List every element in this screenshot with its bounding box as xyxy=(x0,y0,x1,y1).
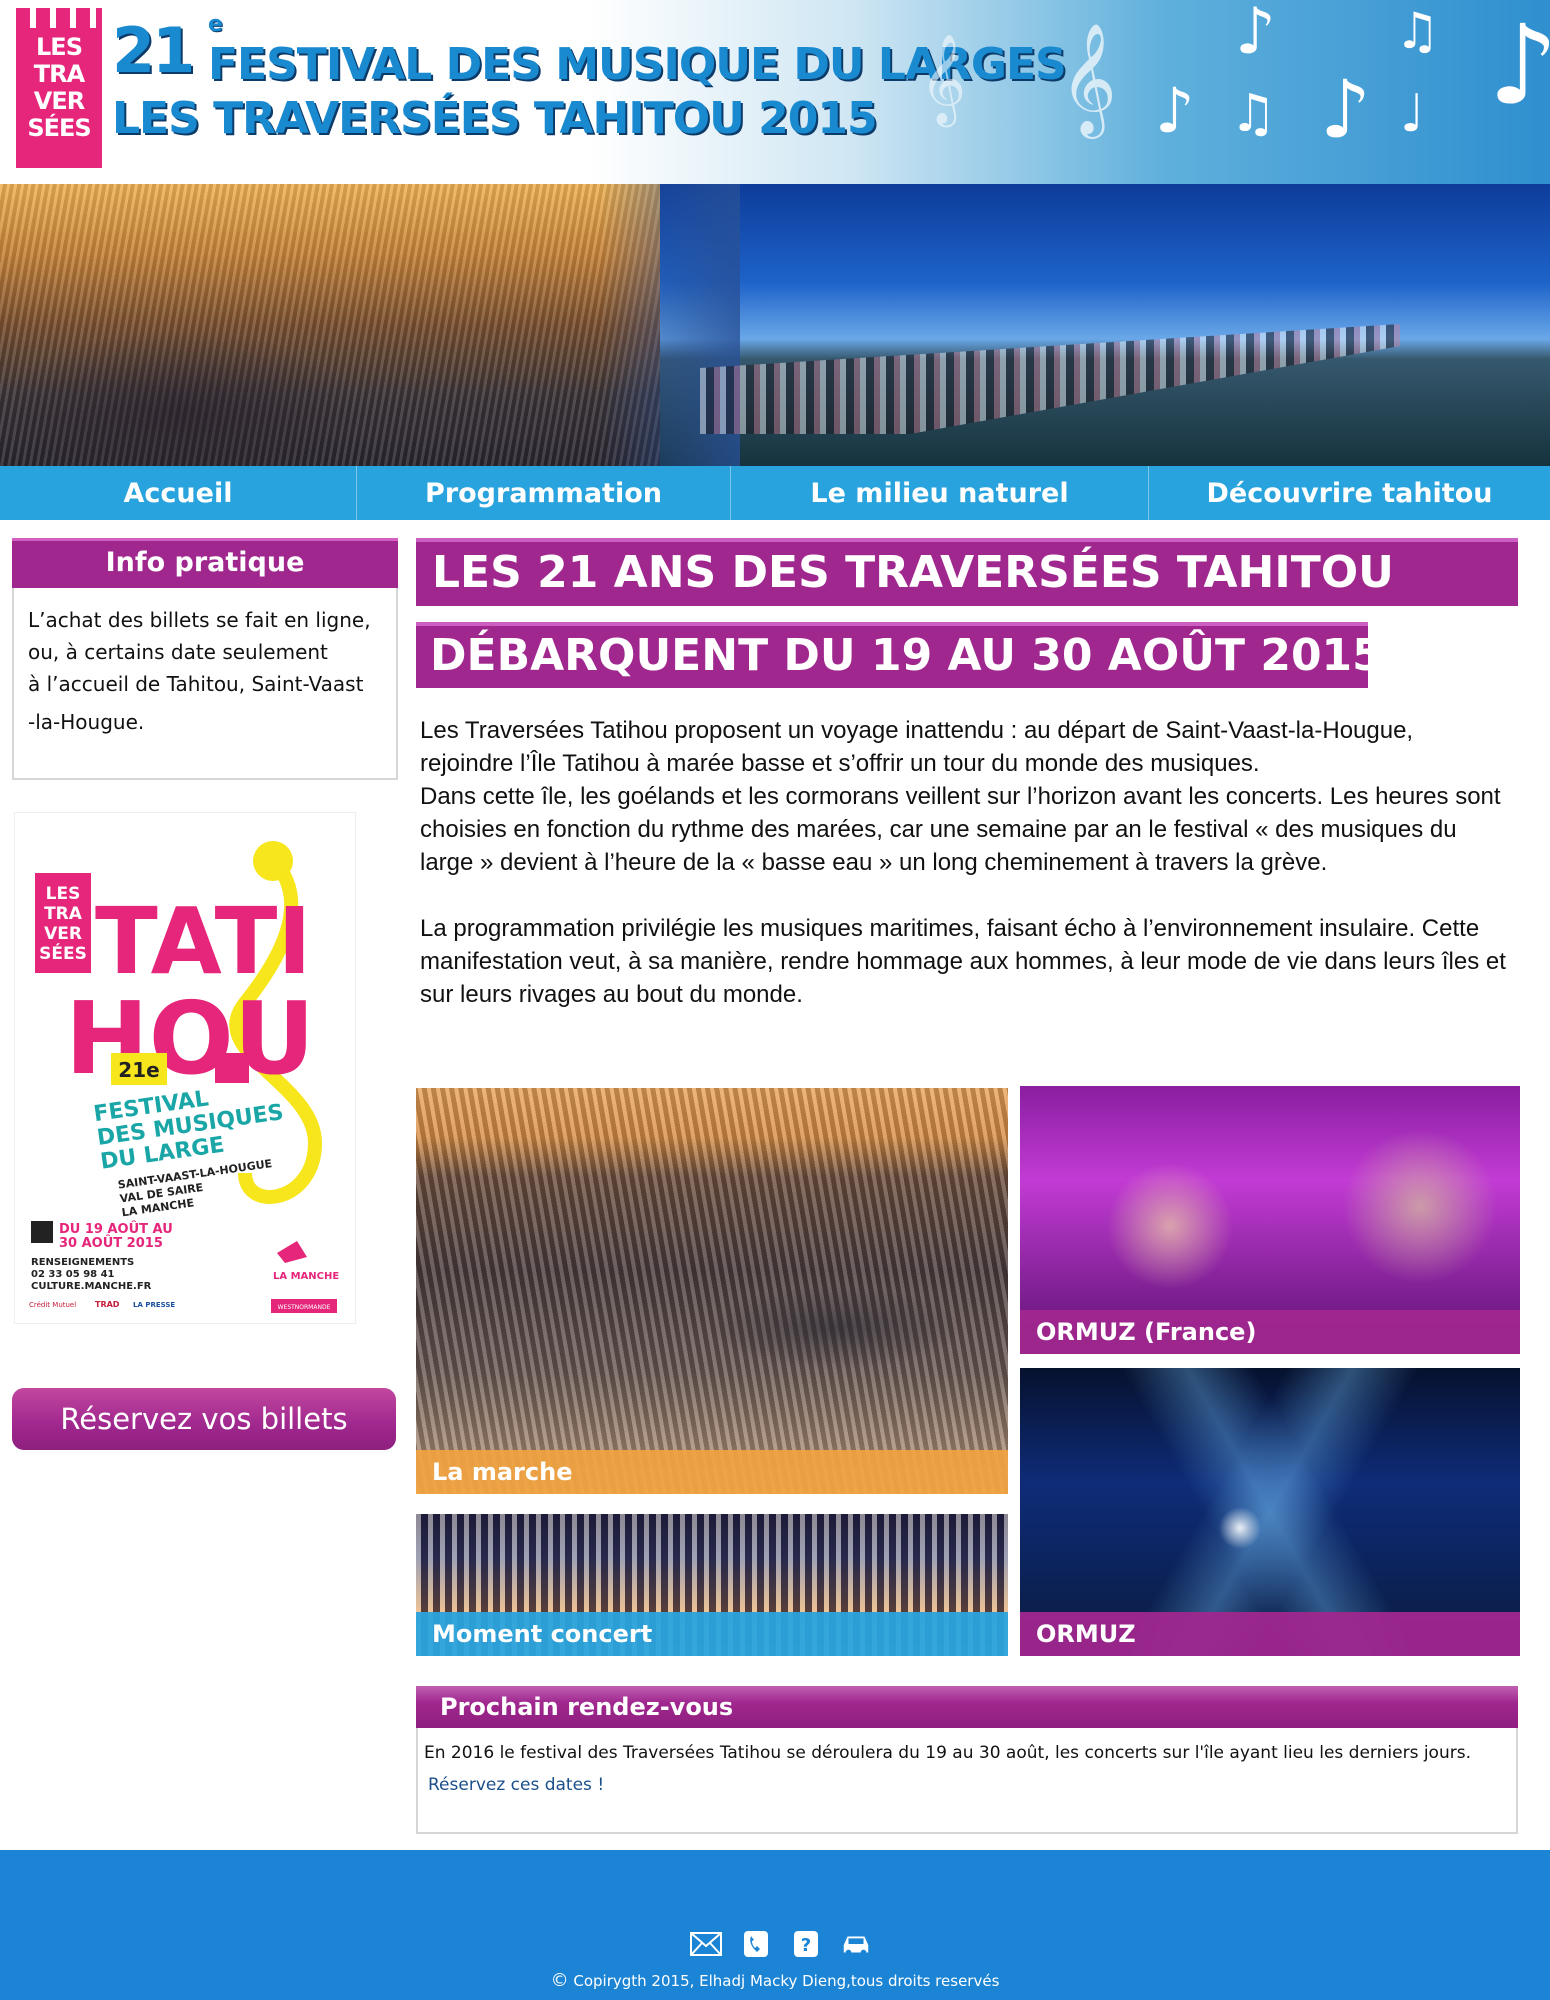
music-note-icon: ♪ xyxy=(1155,74,1195,147)
poster-info-line: 02 33 05 98 41 xyxy=(31,1269,115,1280)
music-note-icon: ♩ xyxy=(1400,84,1425,144)
poster-logo-line: SÉES xyxy=(39,942,87,964)
poster-art: LES TRA VER SÉES TATI HOU 21e FESTIVAL D… xyxy=(29,841,339,1313)
logo-line: SÉES xyxy=(27,114,91,142)
site-title-line2: LES TRAVERSÉES TAHITOU 2015 xyxy=(112,93,878,144)
copyright-symbol: © xyxy=(550,1970,569,1991)
music-note-icon: ♫ xyxy=(1230,84,1277,144)
logo-line: TRA xyxy=(33,60,85,88)
main-heading-line1: LES 21 ANS DES TRAVERSÉES TAHITOU xyxy=(416,538,1518,606)
phone-icon[interactable] xyxy=(740,1930,772,1958)
prochain-rdv-box: En 2016 le festival des Traversées Tatih… xyxy=(416,1728,1518,1834)
poster-date-line: DU 19 AOÛT AU xyxy=(59,1221,173,1237)
logo-line: LES xyxy=(36,33,83,61)
prochain-rdv-text: En 2016 le festival des Traversées Tatih… xyxy=(424,1743,1471,1763)
main-nav: Accueil Programmation Le milieu naturel … xyxy=(0,466,1550,520)
music-note-icon: ♪ xyxy=(1488,1,1550,129)
gallery-caption: ORMUZ (France) xyxy=(1020,1310,1520,1354)
logo-tower xyxy=(16,8,102,30)
music-note-icon: 𝄞 xyxy=(920,34,967,124)
poster-logo-line: LES xyxy=(46,884,81,904)
nav-decouvrir-tahitou[interactable]: Découvrire tahitou xyxy=(1149,466,1550,520)
poster-hou: HOU xyxy=(65,980,315,1097)
festival-logo[interactable]: LES TRA VER SÉES xyxy=(16,28,102,168)
info-pratique-box: L’achat des billets se fait en ligne, ou… xyxy=(12,588,398,780)
edition-suffix: e xyxy=(208,12,223,37)
intro-paragraph: La programmation privilégie les musiques… xyxy=(420,915,1506,1008)
poster-edition: 21e xyxy=(118,1058,159,1082)
footer-icons: ? xyxy=(690,1930,872,1958)
info-line: -la-Hougue. xyxy=(28,710,145,734)
nav-milieu-naturel[interactable]: Le milieu naturel xyxy=(731,466,1149,520)
poster-logo-line: VER xyxy=(44,924,82,944)
music-note-icon: ♫ xyxy=(1395,2,1440,60)
info-line: à l’accueil de Tahitou, Saint-Vaast xyxy=(28,672,364,696)
help-icon[interactable]: ? xyxy=(790,1930,822,1958)
info-line: L’achat des billets se fait en ligne, xyxy=(28,608,371,632)
car-icon[interactable] xyxy=(840,1930,872,1958)
music-note-icon: ♪ xyxy=(1235,0,1276,69)
poster-sponsor: WESTNORMANDE xyxy=(278,1304,331,1311)
copyright-text: Copirygth 2015, Elhadj Macky Dieng,tous … xyxy=(573,1972,1000,1990)
gallery-caption: ORMUZ xyxy=(1020,1612,1520,1656)
gallery-tile-ormuz[interactable]: ORMUZ xyxy=(1020,1368,1520,1656)
mail-icon[interactable] xyxy=(690,1930,722,1958)
banner-photo-shore xyxy=(0,184,670,466)
poster-info-line: CULTURE.MANCHE.FR xyxy=(31,1281,152,1292)
hero-banner xyxy=(0,184,1550,466)
gallery-tile-ormuz-france[interactable]: ORMUZ (France) xyxy=(1020,1086,1520,1354)
nav-programmation[interactable]: Programmation xyxy=(357,466,731,520)
site-header: LES TRA VER SÉES 21 e FESTIVAL DES MUSIQ… xyxy=(0,0,1550,184)
poster-sponsor: Crédit Mutuel xyxy=(29,1301,76,1309)
poster-sponsor: LA PRESSE xyxy=(133,1301,175,1309)
festival-poster[interactable]: LES TRA VER SÉES TATI HOU 21e FESTIVAL D… xyxy=(14,812,356,1324)
poster-tati: TATI xyxy=(95,888,312,995)
poster-sponsor: TRAD xyxy=(95,1300,120,1309)
reserve-dates-link[interactable]: Réservez ces dates ! xyxy=(424,1775,604,1795)
gallery-caption: Moment concert xyxy=(416,1612,1008,1656)
poster-info-line: RENSEIGNEMENTS xyxy=(31,1257,134,1268)
main-heading-line2: DÉBARQUENT DU 19 AU 30 AOÛT 2015 xyxy=(416,622,1383,688)
poster-date-line: 30 AOÛT 2015 xyxy=(59,1235,163,1251)
gallery-tile-marche[interactable]: La marche xyxy=(416,1088,1008,1494)
poster-logo-line: TRA xyxy=(44,904,83,924)
edition-number: 21 xyxy=(112,14,195,87)
prochain-rdv-title: Prochain rendez-vous xyxy=(416,1686,1518,1728)
info-line: ou, à certains date seulement xyxy=(28,640,328,664)
music-note-icon: 𝄞 xyxy=(1060,22,1117,134)
intro-paragraph: Dans cette île, les goélands et les corm… xyxy=(420,783,1501,876)
gallery-tile-concert[interactable]: Moment concert xyxy=(416,1514,1008,1656)
logo-line: VER xyxy=(33,87,85,115)
intro-text: Les Traversées Tatihou proposent un voya… xyxy=(420,714,1510,1011)
svg-text:?: ? xyxy=(801,1935,811,1956)
nav-accueil[interactable]: Accueil xyxy=(0,466,357,520)
gallery-caption: La marche xyxy=(416,1450,1008,1494)
site-footer: ? © Copirygth 2015, Elhadj Macky Dieng,t… xyxy=(0,1850,1550,2000)
intro-paragraph: Les Traversées Tatihou proposent un voya… xyxy=(420,717,1414,777)
copyright: © Copirygth 2015, Elhadj Macky Dieng,tou… xyxy=(0,1970,1550,1991)
reserve-tickets-button[interactable]: Réservez vos billets xyxy=(12,1388,396,1450)
info-pratique-title: Info pratique xyxy=(12,538,398,588)
music-note-icon: ♪ xyxy=(1320,63,1372,156)
poster-manche: LA MANCHE xyxy=(273,1271,339,1282)
